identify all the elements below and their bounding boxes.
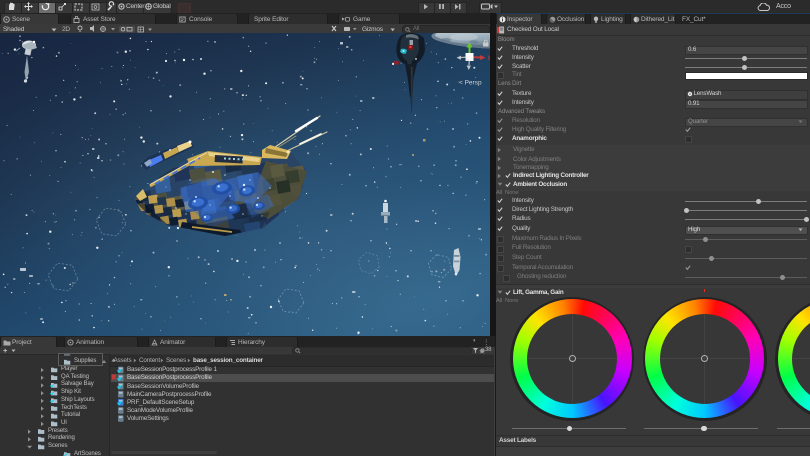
svg-text:< Persp: < Persp: [459, 80, 482, 87]
